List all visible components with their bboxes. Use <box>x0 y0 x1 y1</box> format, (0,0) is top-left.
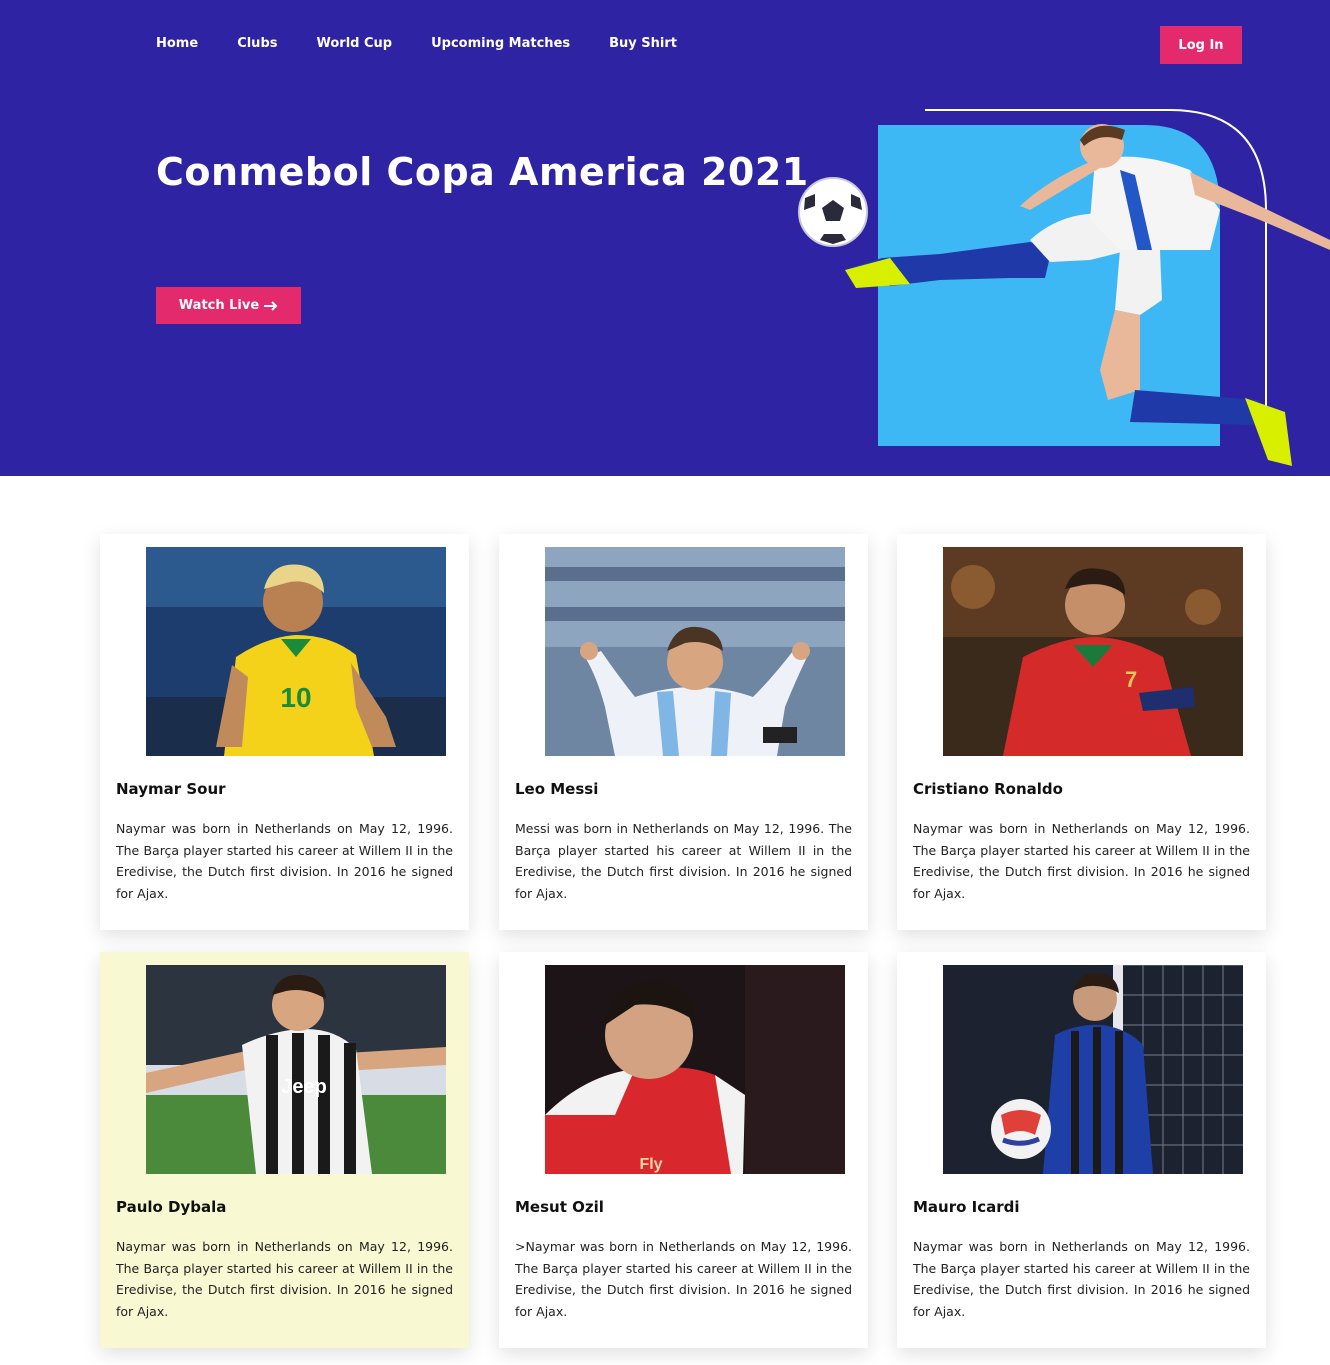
hero-player-illustration <box>798 109 1330 466</box>
svg-text:Fly: Fly <box>639 1156 662 1173</box>
hero-banner: Home Clubs World Cup Upcoming Matches Bu… <box>0 0 1330 476</box>
hero-title: Conmebol Copa America 2021 <box>156 150 809 194</box>
player-card-neymar[interactable]: 10 Naymar Sour Naymar was born in Nether… <box>100 534 469 930</box>
player-card-dybala[interactable]: Jeep Paulo Dybala Naymar was born in Net… <box>100 952 469 1348</box>
player-bio: Naymar was born in Netherlands on May 12… <box>913 1239 1250 1319</box>
watch-live-label: Watch Live <box>178 298 260 313</box>
main-nav: Home Clubs World Cup Upcoming Matches Bu… <box>156 36 716 51</box>
soccer-ball-icon <box>798 177 868 247</box>
player-card-ozil[interactable]: Fly Mesut Ozil >Naymar was born in Nethe… <box>499 952 868 1348</box>
player-name: Naymar Sour <box>116 780 226 798</box>
player-card-icardi[interactable]: Mauro Icardi Naymar was born in Netherla… <box>897 952 1266 1348</box>
login-button[interactable]: Log In <box>1160 26 1242 64</box>
player-photo: Fly <box>545 965 845 1174</box>
player-card-messi[interactable]: Leo Messi Messi was born in Netherlands … <box>499 534 868 930</box>
svg-text:Jeep: Jeep <box>281 1076 327 1098</box>
player-photo <box>545 547 845 756</box>
svg-text:10: 10 <box>280 682 311 713</box>
player-photo <box>943 965 1243 1174</box>
watch-live-button[interactable]: Watch Live <box>156 287 301 324</box>
player-name: Mauro Icardi <box>913 1198 1020 1216</box>
player-bio: >Naymar was born in Netherlands on May 1… <box>515 1239 852 1319</box>
player-photo: 7 <box>943 547 1243 756</box>
player-bio: Naymar was born in Netherlands on May 12… <box>116 821 453 901</box>
player-bio: Naymar was born in Netherlands on May 12… <box>913 821 1250 901</box>
player-photo: 10 <box>146 547 446 756</box>
player-card-ronaldo[interactable]: 7 Cristiano Ronaldo Naymar was born in N… <box>897 534 1266 930</box>
nav-world-cup[interactable]: World Cup <box>316 36 392 51</box>
svg-text:7: 7 <box>1125 667 1137 692</box>
player-name: Cristiano Ronaldo <box>913 780 1063 798</box>
nav-home[interactable]: Home <box>156 36 198 51</box>
player-photo: Jeep <box>146 965 446 1174</box>
arrow-right-icon <box>264 300 278 311</box>
player-name: Paulo Dybala <box>116 1198 227 1216</box>
player-name: Leo Messi <box>515 780 599 798</box>
nav-upcoming-matches[interactable]: Upcoming Matches <box>431 36 570 51</box>
nav-buy-shirt[interactable]: Buy Shirt <box>609 36 677 51</box>
player-bio: Messi was born in Netherlands on May 12,… <box>515 821 852 901</box>
player-name: Mesut Ozil <box>515 1198 604 1216</box>
nav-clubs[interactable]: Clubs <box>237 36 277 51</box>
player-bio: Naymar was born in Netherlands on May 12… <box>116 1239 453 1319</box>
